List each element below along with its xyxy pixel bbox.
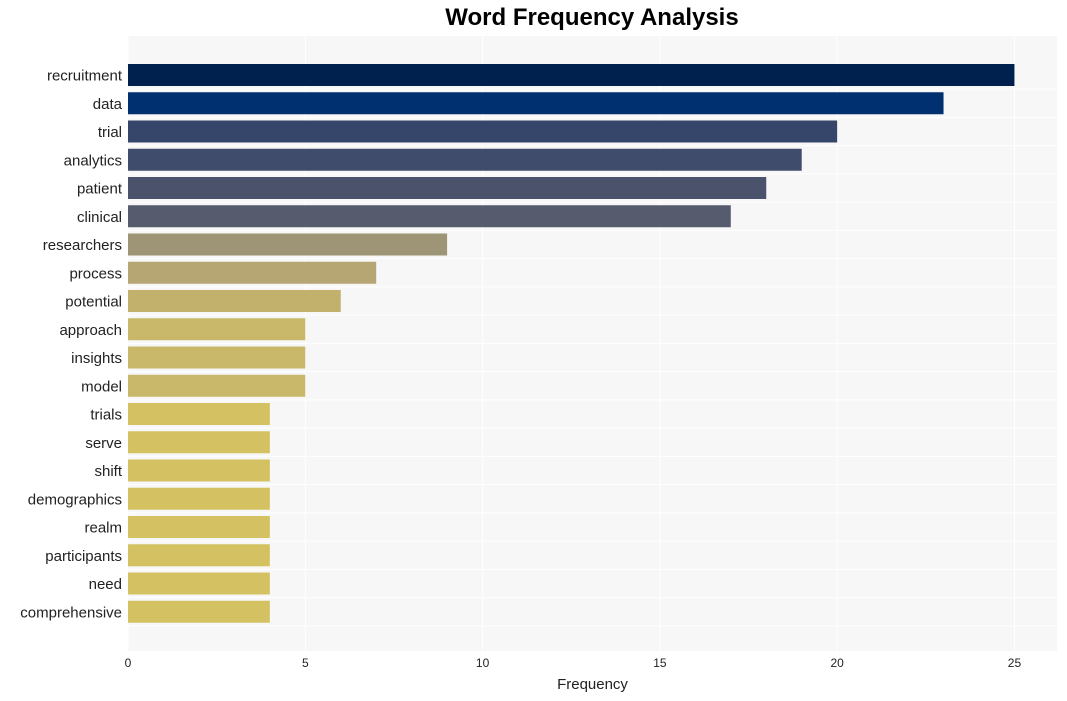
x-tick-label: 20	[830, 656, 844, 670]
bar-process	[128, 261, 377, 284]
y-tick-label: recruitment	[47, 68, 123, 85]
y-tick-label: participants	[45, 548, 122, 565]
y-tick-label: researchers	[43, 237, 122, 254]
y-tick-label: approach	[59, 322, 122, 339]
y-tick-label: insights	[71, 350, 122, 367]
bar-demographics	[128, 487, 270, 510]
bar-researchers	[128, 233, 448, 256]
bar-approach	[128, 318, 306, 341]
bar-analytics	[128, 148, 802, 171]
y-tick-label: trials	[90, 407, 122, 424]
y-tick-label: potential	[65, 294, 122, 311]
x-axis-ticks: 0 5 10 15 20 25	[125, 656, 1022, 670]
y-tick-label: data	[93, 96, 123, 113]
y-tick-label: analytics	[64, 152, 122, 169]
x-axis-label: Frequency	[557, 676, 628, 693]
y-tick-label: comprehensive	[20, 604, 122, 621]
x-tick-label: 10	[476, 656, 490, 670]
y-tick-label: serve	[85, 435, 122, 452]
y-tick-label: demographics	[28, 491, 122, 508]
bar-clinical	[128, 205, 731, 228]
x-tick-label: 5	[302, 656, 309, 670]
bar-recruitment	[128, 64, 1015, 86]
bar-realm	[128, 516, 270, 538]
y-tick-label: model	[81, 378, 122, 395]
y-tick-label: process	[69, 265, 122, 282]
x-tick-label: 15	[653, 656, 667, 670]
x-tick-label: 25	[1008, 656, 1022, 670]
x-tick-label: 0	[125, 656, 132, 670]
bar-trials	[128, 403, 270, 425]
bar-serve	[128, 431, 270, 454]
y-tick-label: shift	[94, 463, 122, 480]
bar-potential	[128, 290, 341, 312]
bar-comprehensive	[128, 600, 270, 623]
bar-model	[128, 374, 306, 397]
y-tick-label: clinical	[77, 209, 122, 226]
bar-trial	[128, 120, 838, 143]
bar-participants	[128, 544, 270, 567]
y-tick-label: need	[89, 576, 122, 593]
bar-need	[128, 572, 270, 595]
y-tick-label: trial	[98, 124, 122, 141]
bar-patient	[128, 177, 767, 199]
y-axis-labels: recruitment data trial analytics patient clin…	[20, 68, 123, 622]
bar-chart: recruitment data trial analytics patient clin…	[20, 36, 1057, 693]
bar-data	[128, 92, 944, 115]
y-tick-label: realm	[84, 520, 122, 537]
bar-shift	[128, 459, 270, 482]
bar-insights	[128, 346, 306, 369]
y-tick-label: patient	[77, 181, 123, 198]
